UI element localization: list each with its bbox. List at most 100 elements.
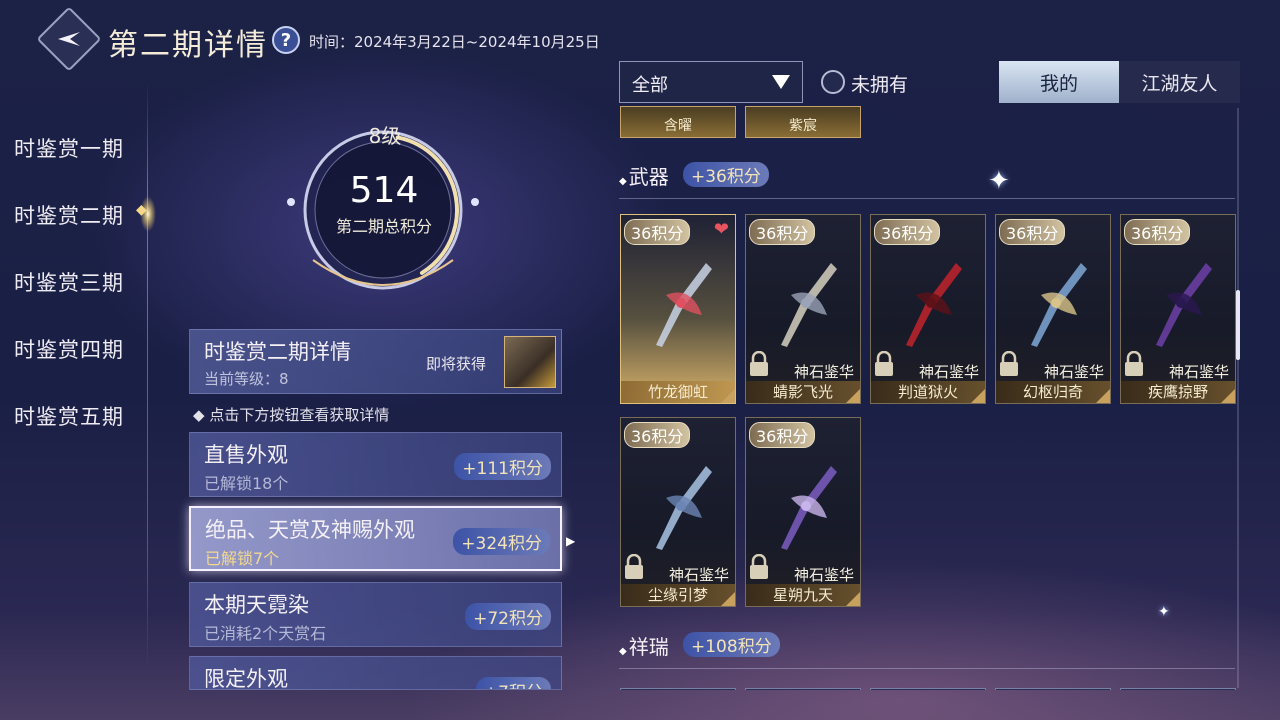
item-name: 判道狱火 [871,381,985,403]
filter-value: 全部 [632,75,668,96]
item-points: 36积分 [874,219,941,245]
item-points: 36积分 [1124,219,1191,245]
score-label: 第二期总积分 [335,217,432,236]
weapon-art-image [781,466,837,550]
filter-dropdown[interactable]: 全部 [619,61,803,103]
item-name: 紫宸 [789,118,817,134]
category-direct-sale[interactable]: 直售外观 已解锁18个 +111积分 [189,432,562,497]
item-tag: 神石鉴华 [793,363,854,381]
bullet-icon: ◆ [619,646,627,657]
page-title: 第二期详情 [108,28,268,63]
section-mounts-title: ◆ 祥瑞 [619,631,669,660]
category-status: 已解锁18个 [204,474,289,493]
category-points: +111积分 [454,453,551,480]
nav-item-period-3[interactable]: 时鉴赏三期 [14,267,124,297]
section-divider [619,198,1235,199]
item-points: 36积分 [624,219,691,245]
item-card[interactable]: 含曜 [620,106,736,138]
weapon-card[interactable]: 36积分 神石鉴华 疾鹰掠野 [1120,214,1236,404]
item-points: 36积分 [749,422,816,448]
item-name: 星朔九天 [746,584,860,606]
weapon-art-image [656,263,712,347]
corner-ornament [1221,389,1235,403]
section-title: 武器 [628,165,669,189]
nav-selected-indicator-icon: ◆ [136,202,147,218]
corner-ornament [1096,389,1110,403]
item-tag: 神石鉴华 [668,566,729,584]
not-owned-radio[interactable] [821,70,845,94]
category-points: +324积分 [453,528,550,555]
scrollbar-track[interactable] [1237,108,1239,688]
category-name: 限定外观 [204,667,288,690]
item-name: 幻枢归奇 [996,381,1110,403]
tab-mine[interactable]: 我的 [999,61,1119,103]
category-points: +72积分 [465,603,551,630]
item-points: 36积分 [624,422,691,448]
hint-label: 点击下方按钮查看获取详情 [209,406,390,424]
upcoming-reward-thumbnail[interactable] [504,336,556,388]
item-name: 疾鹰掠野 [1121,381,1235,403]
corner-ornament [721,389,735,403]
bullet-icon: ◆ [619,176,627,187]
selected-arrow-icon: ▶ [566,534,576,548]
item-name: 蜻影飞光 [746,381,860,403]
back-arrow-icon [58,32,80,46]
nav-item-period-5[interactable]: 时鉴赏五期 [14,401,124,431]
weapon-art-image [781,263,837,347]
weapon-card[interactable]: 36积分 ❤ 竹龙御虹 [620,214,736,404]
nav-divider [147,80,148,670]
upcoming-reward-label: 即将获得 [426,355,487,373]
nav-item-period-1[interactable]: 时鉴赏一期 [14,133,124,163]
item-name: 尘缘引梦 [621,584,735,606]
item-card[interactable] [870,688,986,690]
weapon-card[interactable]: 36积分 神石鉴华 蜻影飞光 [745,214,861,404]
item-tag: 神石鉴华 [918,363,979,381]
corner-ornament [846,592,860,606]
item-card[interactable]: 紫宸 [745,106,861,138]
weapon-card[interactable]: 36积分 神石鉴华 幻枢归奇 [995,214,1111,404]
item-tag: 神石鉴华 [1043,363,1104,381]
score-total: 514 [349,170,419,211]
section-weapons-title: ◆ 武器 [619,161,669,190]
category-points: +7积分 [475,677,551,689]
current-level: 当前等级：8 [204,370,289,388]
period-time: 时间：2024年3月22日~2024年10月25日 [309,33,600,51]
category-limited[interactable]: 限定外观 +7积分 [189,656,562,690]
heart-icon[interactable]: ❤ [714,219,729,240]
item-name: 含曜 [664,118,692,134]
item-card[interactable] [1120,688,1236,690]
weapon-art-image [1156,263,1212,347]
lock-icon [1000,351,1018,376]
category-status: 已消耗2个天赏石 [204,624,327,643]
lock-icon [875,351,893,376]
lock-icon [1125,351,1143,376]
weapon-card[interactable]: 36积分 神石鉴华 星朔九天 [745,417,861,607]
nav-item-period-4[interactable]: 时鉴赏四期 [14,334,124,364]
tab-friends[interactable]: 江湖友人 [1119,61,1240,103]
category-name: 本期天霓染 [204,593,309,617]
weapon-card[interactable]: 36积分 神石鉴华 判道狱火 [870,214,986,404]
item-card[interactable] [995,688,1111,690]
collection-scroll-area[interactable]: 含曜 紫宸 ◆ 武器 +36积分 36积分 ❤ 竹龙御虹 36积分 神石鉴华 蜻… [611,106,1241,690]
nav-item-period-2[interactable]: 时鉴赏二期 [14,200,124,230]
corner-ornament [846,389,860,403]
item-card[interactable] [620,688,736,690]
lock-icon [625,554,643,579]
ring-bead [471,198,479,206]
period-detail-card[interactable]: 时鉴赏二期详情 当前等级：8 即将获得 [189,329,562,394]
not-owned-label[interactable]: 未拥有 [851,70,908,97]
hint-text: ◆ 点击下方按钮查看获取详情 [193,404,389,425]
corner-ornament [721,592,735,606]
category-name: 直售外观 [204,443,288,467]
corner-ornament [971,389,985,403]
category-premium[interactable]: 绝品、天赏及神赐外观 已解锁7个 +324积分 [189,506,562,571]
item-card[interactable] [745,688,861,690]
scrollbar-thumb[interactable] [1236,290,1240,360]
lock-icon [750,554,768,579]
help-icon[interactable]: ? [272,26,300,54]
weapon-card[interactable]: 36积分 神石鉴华 尘缘引梦 [620,417,736,607]
category-status: 已解锁7个 [205,549,280,568]
category-dye[interactable]: 本期天霓染 已消耗2个天赏石 +72积分 [189,582,562,647]
back-button[interactable] [36,6,102,72]
section-points: +36积分 [683,162,769,187]
